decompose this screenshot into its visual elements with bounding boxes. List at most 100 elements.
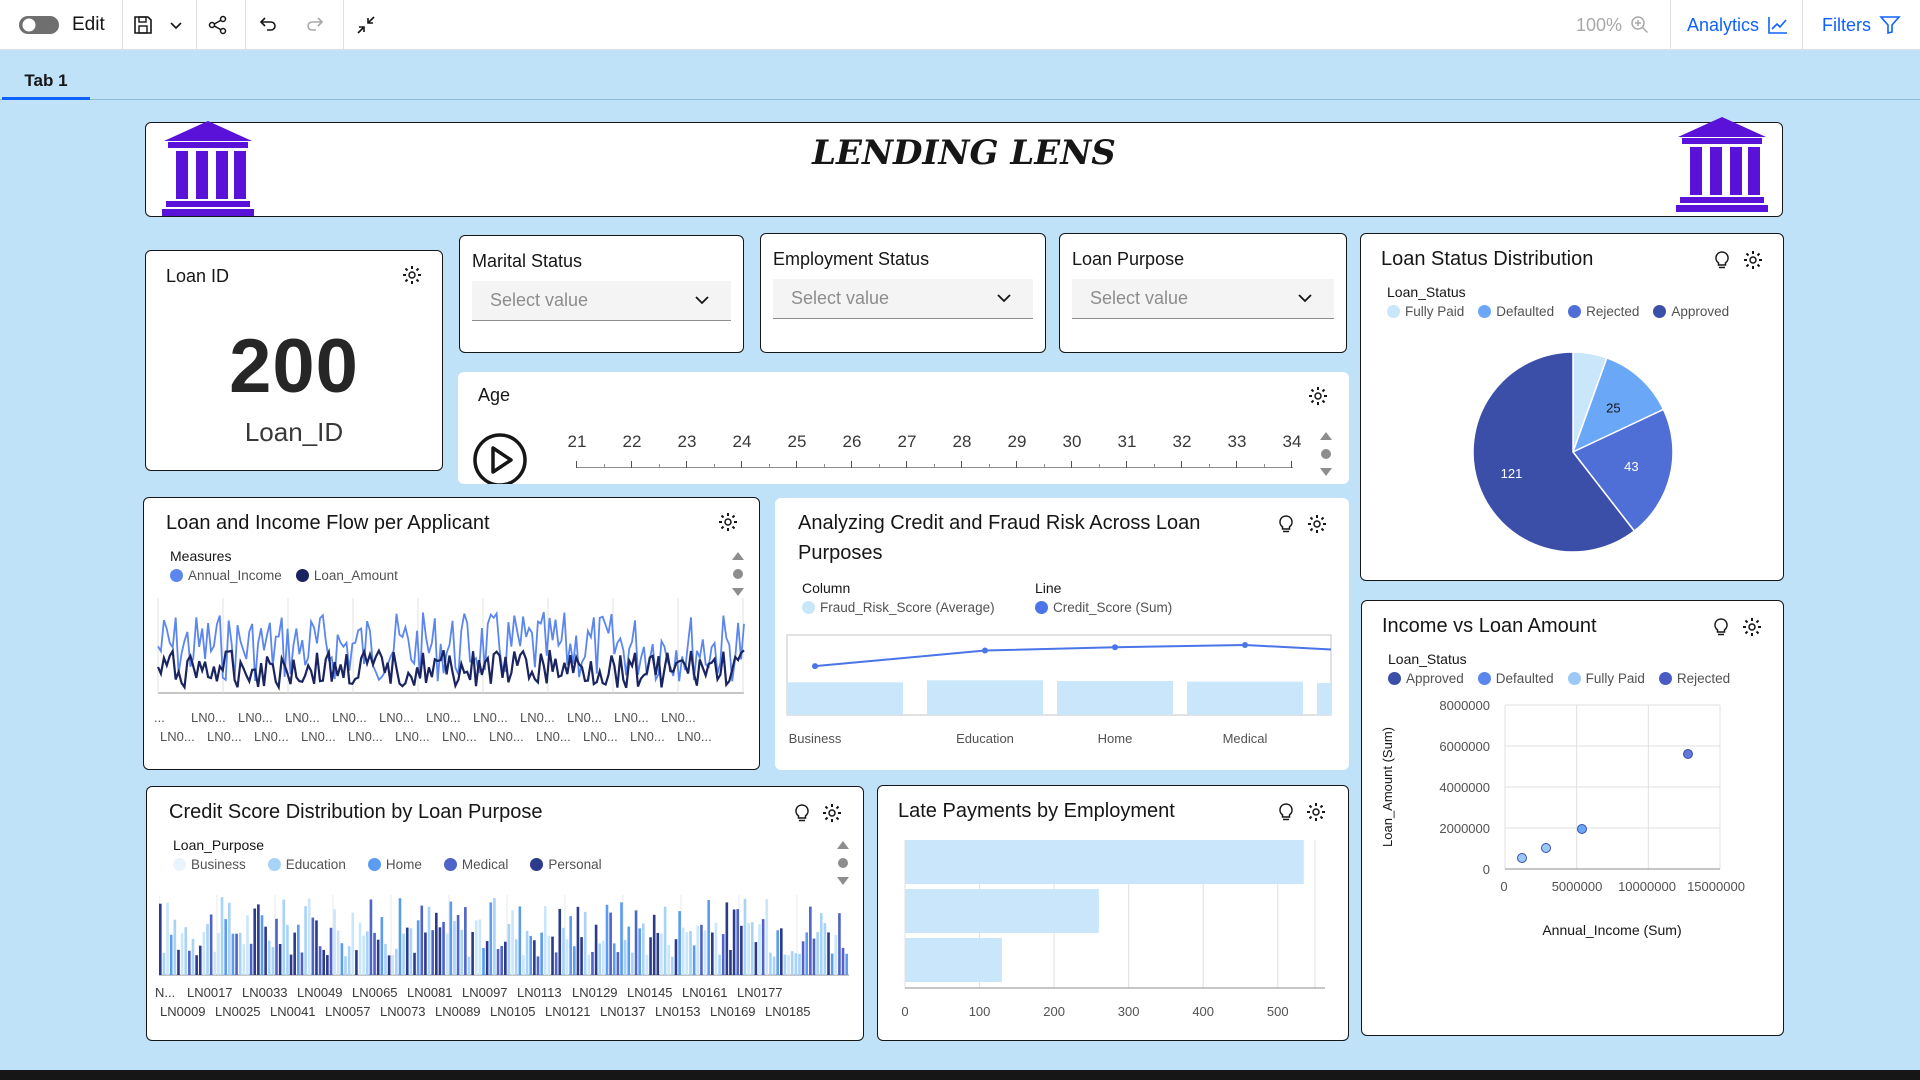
credit-score-bar[interactable] bbox=[841, 947, 845, 975]
credit-score-bar[interactable] bbox=[489, 902, 493, 975]
legend-item[interactable]: Rejected bbox=[1568, 304, 1639, 319]
credit-score-bar[interactable] bbox=[612, 943, 616, 975]
credit-score-bar[interactable] bbox=[780, 928, 783, 975]
collapse-button[interactable] bbox=[355, 10, 377, 40]
credit-score-bar[interactable] bbox=[420, 905, 424, 975]
credit-score-bar[interactable] bbox=[431, 930, 434, 975]
save-menu-button[interactable] bbox=[168, 10, 184, 40]
credit-score-bar[interactable] bbox=[801, 941, 805, 975]
credit-score-bar[interactable] bbox=[402, 933, 405, 975]
credit-score-bar[interactable] bbox=[732, 909, 736, 976]
legend-item[interactable]: Loan_Amount bbox=[295, 568, 398, 583]
credit-score-bar[interactable] bbox=[224, 919, 227, 975]
credit-score-bar[interactable] bbox=[642, 923, 645, 975]
credit-score-bar[interactable] bbox=[565, 939, 569, 975]
legend-item[interactable]: Approved bbox=[1653, 304, 1729, 319]
employment-status-dropdown[interactable]: Select value bbox=[773, 279, 1033, 319]
credit-score-bar[interactable] bbox=[507, 924, 511, 975]
credit-score-point[interactable] bbox=[1112, 644, 1118, 651]
zoom-control[interactable]: 100% bbox=[1576, 10, 1650, 40]
credit-score-bar[interactable] bbox=[514, 939, 518, 975]
credit-score-bar[interactable] bbox=[794, 953, 798, 975]
credit-score-bar[interactable] bbox=[609, 912, 612, 975]
credit-score-bar[interactable] bbox=[772, 956, 776, 975]
credit-score-bar[interactable] bbox=[529, 935, 533, 975]
credit-score-bar[interactable] bbox=[478, 919, 482, 975]
credit-score-bar[interactable] bbox=[485, 941, 489, 975]
credit-score-bar[interactable] bbox=[678, 911, 681, 975]
credit-score-bar[interactable] bbox=[235, 933, 238, 975]
credit-score-bar[interactable] bbox=[405, 927, 409, 975]
credit-score-bar[interactable] bbox=[540, 932, 543, 975]
credit-score-bar[interactable] bbox=[198, 945, 202, 975]
settings-icon[interactable] bbox=[402, 265, 422, 285]
credit-score-point[interactable] bbox=[812, 663, 818, 670]
credit-score-bar[interactable] bbox=[438, 927, 442, 975]
credit-score-bar[interactable] bbox=[260, 915, 264, 975]
legend-item[interactable]: Annual_Income bbox=[170, 568, 282, 583]
scroll-arrows-icon[interactable] bbox=[836, 837, 850, 889]
credit-score-bar[interactable] bbox=[304, 906, 307, 975]
credit-score-bar[interactable] bbox=[159, 903, 162, 975]
credit-score-bar[interactable] bbox=[736, 909, 740, 975]
credit-score-bar[interactable] bbox=[725, 902, 729, 975]
credit-score-bar[interactable] bbox=[329, 927, 333, 975]
legend-item[interactable]: Business bbox=[173, 857, 246, 872]
legend-item[interactable]: Rejected bbox=[1658, 671, 1730, 686]
credit-score-bar[interactable] bbox=[573, 946, 576, 975]
credit-score-bar[interactable] bbox=[522, 954, 525, 975]
credit-score-line[interactable] bbox=[814, 643, 1332, 668]
credit-score-bar[interactable] bbox=[188, 950, 191, 975]
late-payment-bar[interactable] bbox=[905, 840, 1304, 884]
credit-score-bar[interactable] bbox=[249, 943, 253, 975]
settings-icon[interactable] bbox=[1742, 617, 1762, 637]
credit-score-bar[interactable] bbox=[790, 951, 794, 975]
fraud-risk-bar[interactable] bbox=[1057, 681, 1173, 715]
legend-item[interactable]: Approved bbox=[1388, 671, 1464, 686]
scroll-arrows-icon[interactable] bbox=[1319, 428, 1333, 480]
credit-score-bar[interactable] bbox=[605, 904, 609, 975]
credit-score-bar[interactable] bbox=[809, 906, 812, 975]
credit-score-bar[interactable] bbox=[827, 932, 830, 975]
legend-item[interactable]: Fully Paid bbox=[1387, 304, 1464, 319]
credit-score-bar[interactable] bbox=[395, 948, 398, 975]
credit-score-bar[interactable] bbox=[474, 920, 478, 976]
credit-score-bar[interactable] bbox=[398, 898, 402, 975]
lightbulb-icon[interactable] bbox=[1712, 617, 1730, 637]
credit-score-bar[interactable] bbox=[631, 952, 634, 975]
save-button[interactable] bbox=[132, 10, 154, 40]
late-payment-bar[interactable] bbox=[905, 938, 1002, 982]
credit-score-bar[interactable] bbox=[580, 937, 583, 975]
credit-score-bar[interactable] bbox=[384, 943, 387, 975]
credit-score-bar[interactable] bbox=[369, 899, 373, 976]
credit-score-bar[interactable] bbox=[518, 906, 522, 975]
credit-score-bar[interactable] bbox=[286, 924, 289, 975]
tab-1[interactable]: Tab 1 bbox=[2, 64, 90, 100]
credit-score-bar[interactable] bbox=[424, 932, 427, 976]
credit-score-bar[interactable] bbox=[667, 945, 671, 975]
redo-button[interactable] bbox=[305, 10, 327, 40]
credit-score-bar[interactable] bbox=[681, 927, 685, 975]
credit-score-bar[interactable] bbox=[747, 923, 750, 975]
credit-score-bar[interactable] bbox=[340, 943, 344, 975]
credit-score-bar[interactable] bbox=[344, 956, 347, 975]
lightbulb-icon[interactable] bbox=[1277, 514, 1295, 534]
late-payment-bar[interactable] bbox=[905, 889, 1099, 933]
credit-score-bar[interactable] bbox=[645, 954, 649, 975]
credit-score-bar[interactable] bbox=[264, 926, 267, 975]
credit-score-bar[interactable] bbox=[598, 943, 602, 975]
credit-score-bar[interactable] bbox=[267, 940, 271, 975]
credit-score-bar[interactable] bbox=[231, 933, 235, 975]
credit-score-bar[interactable] bbox=[217, 933, 220, 975]
scatter-point-fully-paid[interactable] bbox=[1517, 853, 1527, 863]
credit-score-bar[interactable] bbox=[275, 918, 278, 975]
credit-score-bar[interactable] bbox=[435, 912, 438, 975]
filters-button[interactable]: Filters bbox=[1822, 10, 1901, 40]
credit-score-bar[interactable] bbox=[220, 897, 224, 975]
credit-score-bar[interactable] bbox=[442, 921, 445, 975]
credit-score-bar[interactable] bbox=[387, 955, 391, 975]
credit-score-bar[interactable] bbox=[740, 925, 743, 975]
settings-icon[interactable] bbox=[1743, 250, 1763, 270]
age-slider-track[interactable]: 21 22 23 24 25 26 27 28 29 30 31 32 33 34 bbox=[568, 432, 1328, 472]
credit-score-bar[interactable] bbox=[307, 898, 311, 976]
